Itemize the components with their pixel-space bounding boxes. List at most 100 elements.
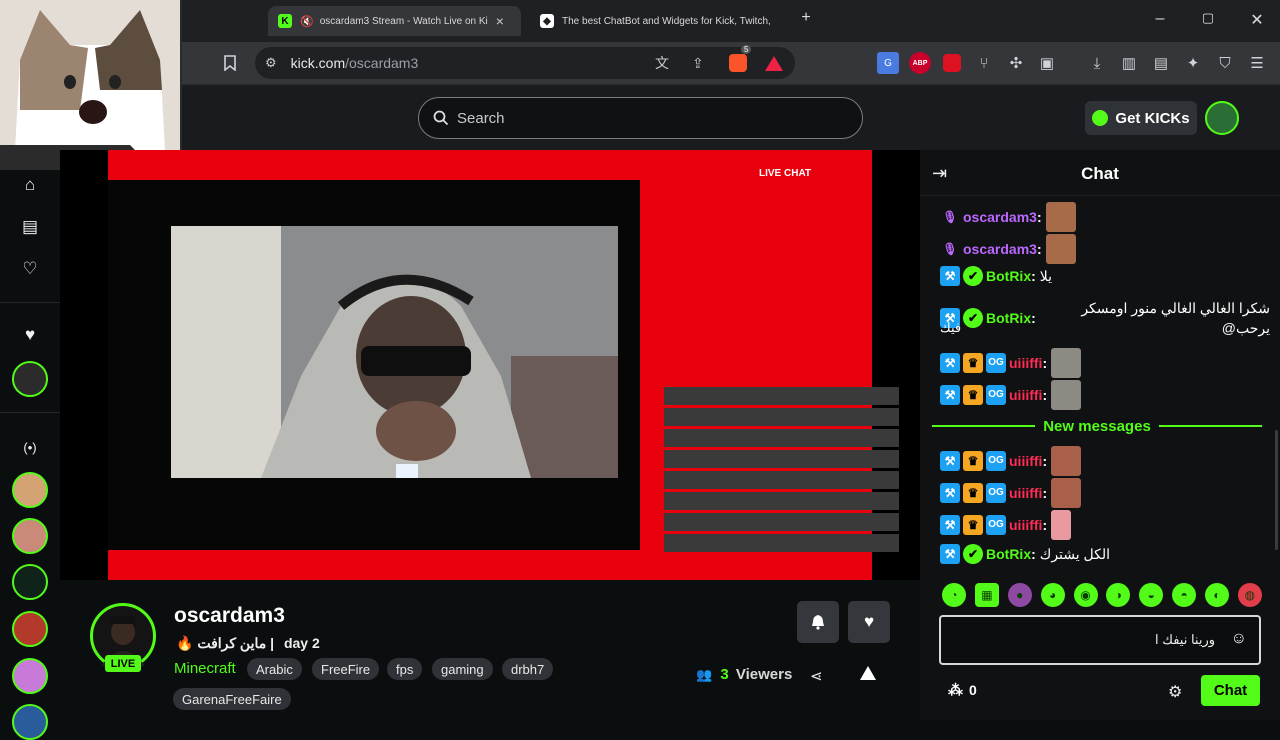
minimize-button[interactable]: – xyxy=(1148,10,1172,28)
chat-input[interactable]: ورينا نيفك ا ☺ xyxy=(939,615,1261,665)
video-player[interactable]: LIVE CHAT xyxy=(60,150,920,580)
tag-chip[interactable]: Arabic xyxy=(247,658,302,680)
recommended-channel-avatar[interactable] xyxy=(12,472,48,508)
channel-name[interactable]: oscardam3 xyxy=(174,604,285,628)
sidebar-toggle-icon[interactable]: ▥ xyxy=(1118,52,1140,74)
chat-username[interactable]: oscardam3 xyxy=(963,239,1037,259)
quick-emote[interactable]: ◑ xyxy=(1106,583,1131,607)
viewer-label: Viewers xyxy=(735,666,793,683)
chat-username[interactable]: uiiiffi xyxy=(1009,353,1042,373)
category-link[interactable]: Minecraft xyxy=(174,660,236,677)
quick-emote[interactable]: ◕ xyxy=(1040,583,1065,607)
channel-points[interactable]: ⁂ 0 xyxy=(948,681,977,699)
send-chat-button[interactable]: Chat xyxy=(1201,675,1260,706)
muted-speaker-icon[interactable]: 🔇 xyxy=(300,15,314,28)
bookmark-icon[interactable] xyxy=(219,52,241,74)
chat-username[interactable]: oscardam3 xyxy=(963,207,1037,227)
recommended-channel-avatar[interactable] xyxy=(12,704,48,740)
live-broadcast-icon[interactable]: (•) xyxy=(15,432,45,462)
adblock-icon[interactable]: ABP xyxy=(909,52,931,74)
close-tab-icon[interactable]: × xyxy=(496,13,504,29)
recommended-channel-avatar[interactable] xyxy=(12,658,48,694)
quick-emote[interactable]: ◒ xyxy=(1139,583,1164,607)
get-kicks-button[interactable]: Get KICKs xyxy=(1085,101,1197,135)
chat-username[interactable]: BotRix xyxy=(986,308,1031,328)
recommended-channel-avatar[interactable] xyxy=(12,611,48,647)
emoji-picker-icon[interactable]: ☺ xyxy=(1231,630,1247,648)
chat-username[interactable]: uiiiffi xyxy=(1009,451,1042,471)
crown-badge-icon: ♛ xyxy=(963,515,983,535)
address-bar: ⚙ kick.com/oscardam3 文 ⇪ 5 G ABP 4 ⑂ ✣ ▣… xyxy=(0,42,1280,117)
extensions-puzzle-icon[interactable]: ✣ xyxy=(1005,52,1027,74)
site-settings-icon[interactable]: ⚙ xyxy=(265,55,277,71)
notification-bell-button[interactable] xyxy=(797,601,839,643)
chat-message: ⚒ ♛ OG uiiiffi: xyxy=(940,478,1270,508)
stream-title-prefix: 🔥 ماين كرافت | xyxy=(176,635,275,651)
tag-chip[interactable]: fps xyxy=(387,658,423,680)
tag-chip[interactable]: gaming xyxy=(432,658,493,680)
recommended-channel-avatar[interactable] xyxy=(12,564,48,600)
og-badge-icon: OG xyxy=(986,483,1006,503)
quick-emote[interactable]: ◔ xyxy=(942,583,966,607)
leo-ai-icon[interactable]: ✦ xyxy=(1182,52,1204,74)
quick-emote[interactable]: ◉ xyxy=(1073,583,1098,607)
og-badge-icon: OG xyxy=(986,353,1006,373)
points-icon: ⁂ xyxy=(948,682,963,699)
brave-rewards-icon[interactable] xyxy=(765,55,783,71)
points-value: 0 xyxy=(969,682,977,698)
vpn-shield-icon[interactable]: ⛉ xyxy=(1214,52,1236,74)
moderator-badge-icon: ⚒ xyxy=(940,544,960,564)
url-field[interactable]: ⚙ kick.com/oscardam3 文 ⇪ 5 xyxy=(255,45,795,79)
overlay-chat-row xyxy=(661,429,899,447)
tag-chip[interactable]: GarenaFreeFaire xyxy=(173,688,291,710)
quick-emote[interactable]: ● xyxy=(1007,583,1032,607)
quick-emote[interactable]: ◍ xyxy=(1237,583,1262,607)
quick-emote[interactable]: ▦ xyxy=(974,583,999,607)
chat-username[interactable]: BotRix xyxy=(986,544,1031,564)
quick-emote[interactable]: ◐ xyxy=(1205,583,1229,607)
close-window-button[interactable]: ✕ xyxy=(1245,10,1269,30)
overlay-chat-row xyxy=(661,492,899,510)
extension-fork-icon[interactable]: ⑂ xyxy=(973,52,995,74)
moderator-badge-icon: ⚒ xyxy=(940,483,960,503)
new-tab-button[interactable]: + xyxy=(794,9,818,27)
chat-username[interactable]: uiiiffi xyxy=(1009,385,1042,405)
search-input[interactable]: Search xyxy=(418,97,863,139)
followed-channel-avatar[interactable] xyxy=(12,361,48,397)
chat-settings-gear-icon[interactable]: ⚙ xyxy=(1168,682,1182,702)
tab-kick[interactable]: K 🔇 oscardam3 Stream - Watch Live on Kic… xyxy=(268,6,521,36)
recommended-channel-avatar[interactable] xyxy=(12,518,48,554)
follow-heart-button[interactable]: ♥ xyxy=(848,601,890,643)
chat-emote xyxy=(1051,380,1082,410)
home-icon[interactable]: ⌂ xyxy=(15,170,45,200)
chat-scrollbar[interactable] xyxy=(1275,430,1278,550)
quick-emote[interactable]: ◓ xyxy=(1172,583,1197,607)
kicks-coin-icon xyxy=(1092,110,1109,126)
tag-chip[interactable]: drbh7 xyxy=(502,658,554,680)
report-warning-icon[interactable] xyxy=(860,666,876,680)
chat-message: ⚒ ✔ BotRix: شكرا الغالي الغالي منور اومس… xyxy=(940,298,1270,338)
chat-username[interactable]: uiiiffi xyxy=(1009,483,1042,503)
chat-username[interactable]: BotRix xyxy=(986,266,1031,286)
tab-botrix[interactable]: ◆ The best ChatBot and Widgets for Kick,… xyxy=(530,6,786,36)
new-messages-divider[interactable]: New messages xyxy=(932,415,1263,437)
browse-icon[interactable]: ▤ xyxy=(15,212,45,242)
screenshot-icon[interactable]: ▣ xyxy=(1036,52,1058,74)
verified-badge-icon: ✔ xyxy=(963,544,983,564)
tag-chip[interactable]: FreeFire xyxy=(312,658,380,680)
share-icon[interactable]: ⇪ xyxy=(692,55,704,72)
menu-icon[interactable]: ☰ xyxy=(1246,52,1268,74)
share-icon[interactable]: ⋖ xyxy=(810,667,823,685)
google-translate-icon[interactable]: G xyxy=(877,52,899,74)
brave-shield-icon[interactable] xyxy=(729,54,747,72)
download-icon[interactable]: ⤓ xyxy=(1086,52,1108,74)
favorite-heart-icon[interactable]: ♥ xyxy=(15,320,45,350)
red-extension-icon[interactable] xyxy=(943,54,961,72)
maximize-button[interactable]: ▢ xyxy=(1196,10,1220,26)
wallet-icon[interactable]: ▤ xyxy=(1150,52,1172,74)
user-avatar[interactable] xyxy=(1205,101,1239,135)
kick-favicon-icon: K xyxy=(278,14,292,28)
translate-icon[interactable]: 文 xyxy=(655,53,669,73)
following-heart-icon[interactable]: ♡ xyxy=(15,254,45,284)
chat-username[interactable]: uiiiffi xyxy=(1009,515,1042,535)
